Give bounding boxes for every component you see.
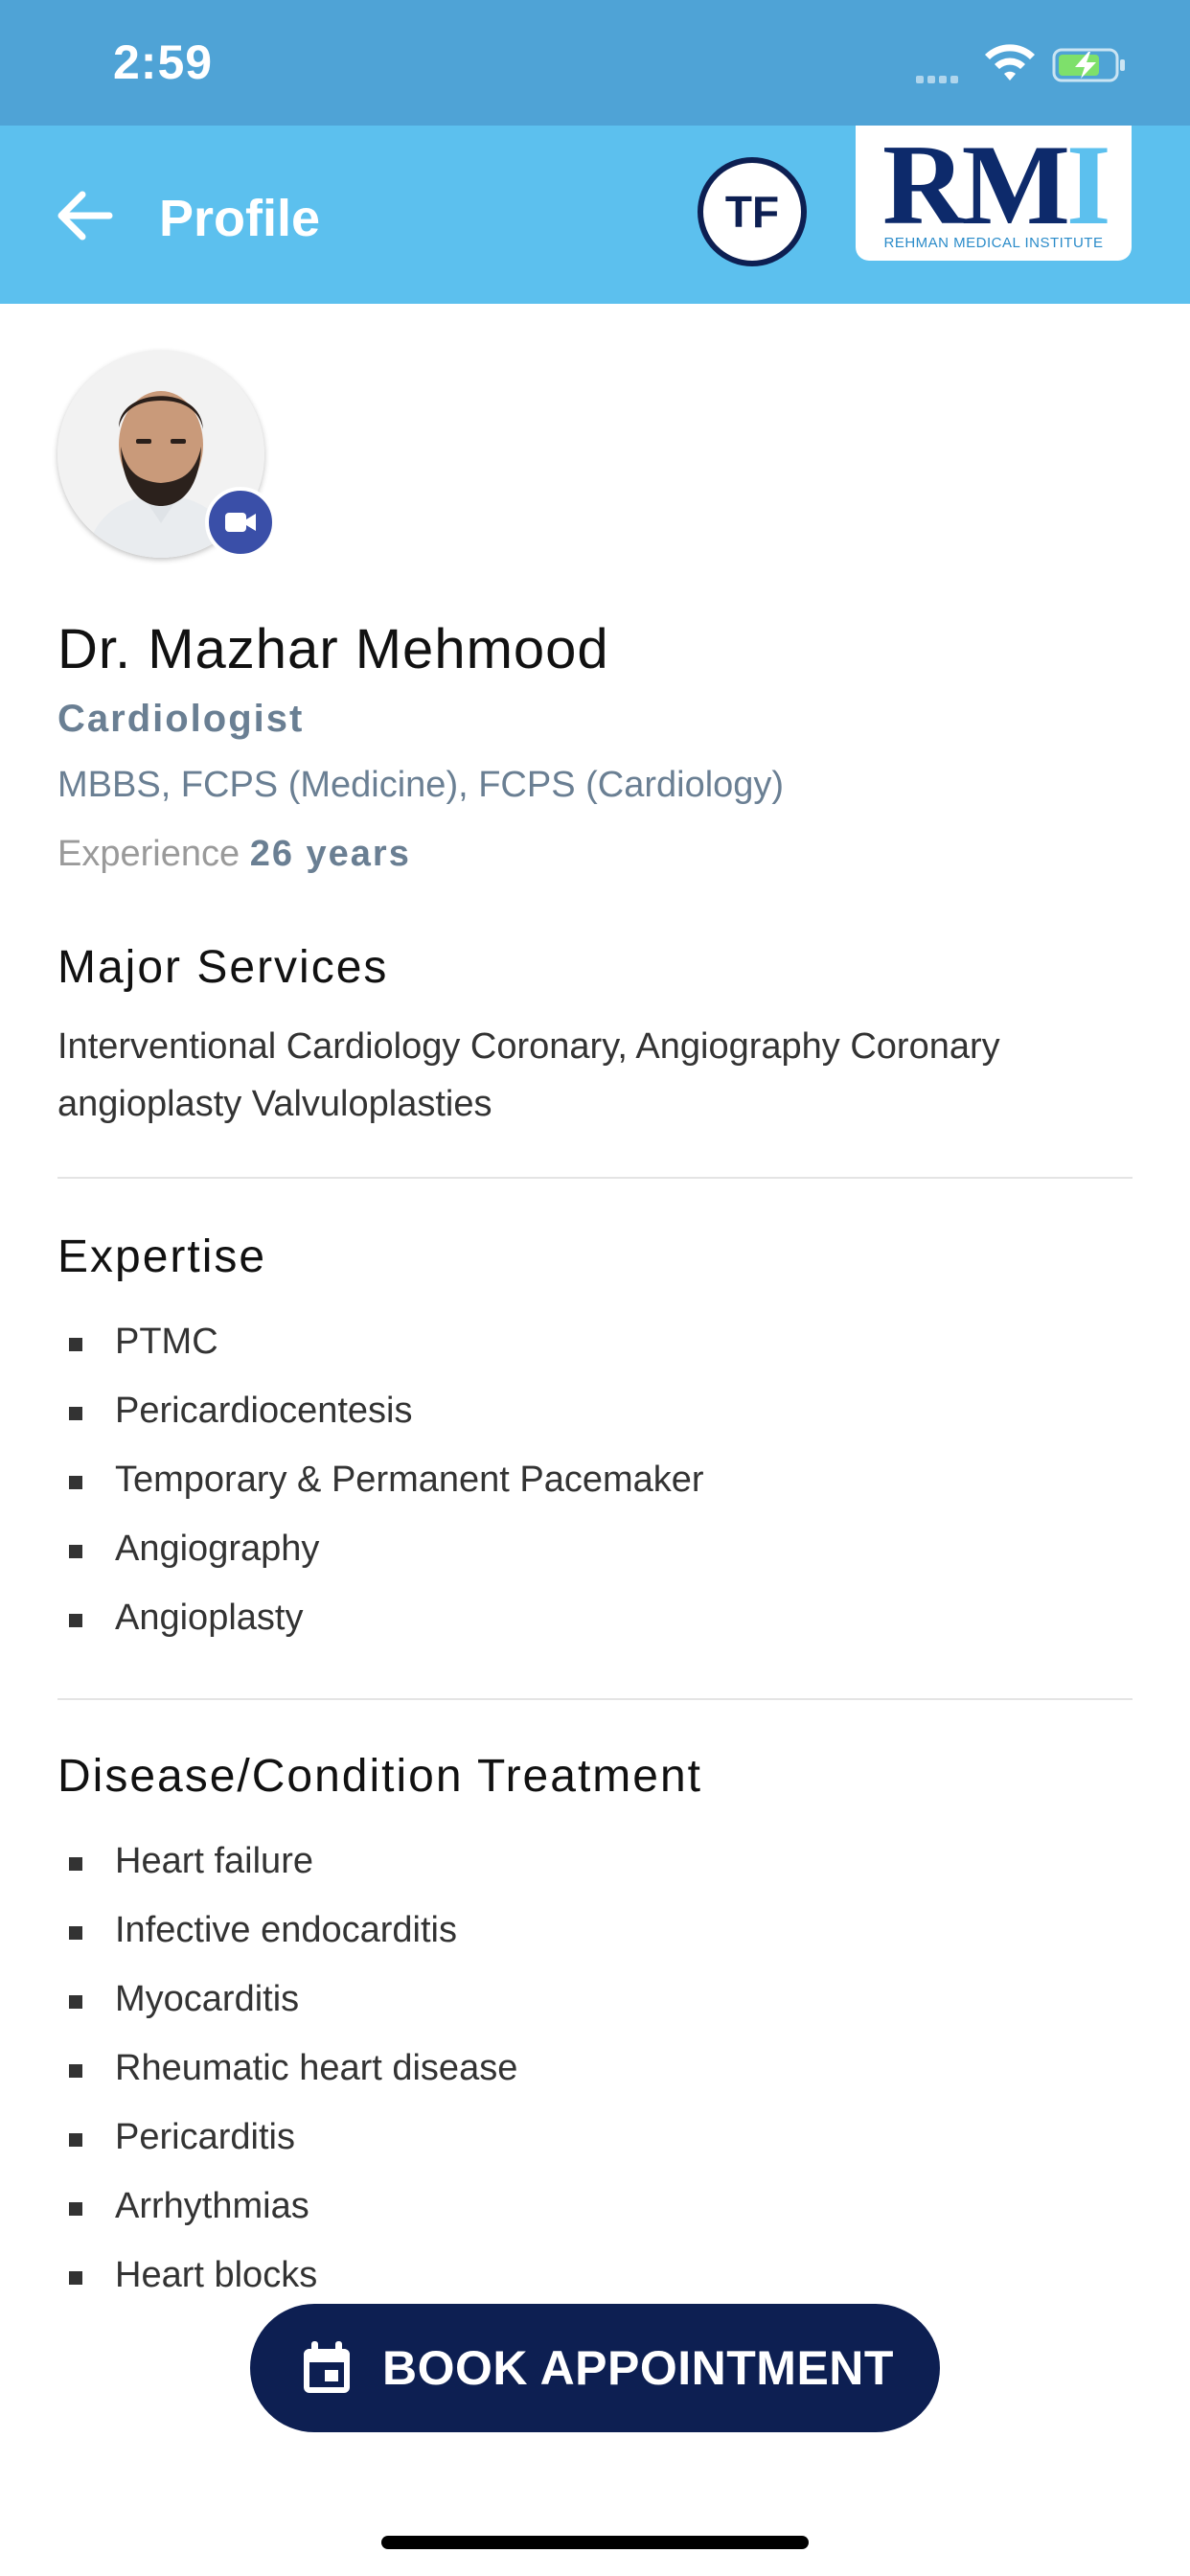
home-indicator[interactable] xyxy=(381,2536,809,2549)
app-header: Profile TF RMI REHMAN MEDICAL INSTITUTE xyxy=(0,126,1190,304)
logo-text: RMI xyxy=(882,121,1111,248)
divider xyxy=(57,1698,1133,1700)
list-item: Pericardiocentesis xyxy=(57,1376,704,1445)
divider xyxy=(57,1177,1133,1179)
status-time: 2:59 xyxy=(113,35,214,89)
wifi-icon xyxy=(985,44,1035,80)
list-item: Pericarditis xyxy=(57,2103,517,2172)
user-initials-avatar[interactable]: TF xyxy=(698,157,807,266)
list-item: Heart failure xyxy=(57,1827,517,1896)
logo-subtext: REHMAN MEDICAL INSTITUTE xyxy=(883,235,1104,251)
video-consult-badge[interactable] xyxy=(205,487,276,558)
book-appointment-label: BOOK APPOINTMENT xyxy=(382,2341,894,2395)
video-camera-icon xyxy=(225,513,256,532)
list-item: Angioplasty xyxy=(57,1583,704,1652)
doctor-name: Dr. Mazhar Mehmood xyxy=(57,618,609,680)
battery-charging-icon xyxy=(1052,48,1125,82)
list-item: Heart blocks xyxy=(57,2241,517,2310)
expertise-list: PTMC Pericardiocentesis Temporary & Perm… xyxy=(57,1307,704,1652)
major-services-text: Interventional Cardiology Coronary, Angi… xyxy=(57,1026,1000,1124)
list-item: Angiography xyxy=(57,1514,704,1583)
book-appointment-button[interactable]: BOOK APPOINTMENT xyxy=(250,2304,940,2432)
cellular-signal-icon xyxy=(916,71,970,83)
calendar-icon xyxy=(304,2341,351,2393)
experience-label: Experience xyxy=(57,834,240,874)
list-item: Rheumatic heart disease xyxy=(57,2034,517,2103)
major-services-title: Major Services xyxy=(57,942,389,993)
conditions-title: Disease/Condition Treatment xyxy=(57,1751,702,1802)
list-item: PTMC xyxy=(57,1307,704,1376)
rmi-logo: RMI REHMAN MEDICAL INSTITUTE xyxy=(856,126,1132,261)
expertise-title: Expertise xyxy=(57,1231,267,1282)
list-item: Myocarditis xyxy=(57,1965,517,2034)
experience-value: 26 years xyxy=(249,834,411,874)
list-item: Infective endocarditis xyxy=(57,1896,517,1965)
doctor-qualifications: MBBS, FCPS (Medicine), FCPS (Cardiology) xyxy=(57,765,785,805)
doctor-experience: Experience 26 years xyxy=(57,834,411,875)
page-title: Profile xyxy=(159,190,321,247)
conditions-list: Heart failure Infective endocarditis Myo… xyxy=(57,1827,517,2310)
status-bar: 2:59 xyxy=(0,0,1190,126)
back-arrow-icon[interactable] xyxy=(54,189,115,242)
list-item: Arrhythmias xyxy=(57,2172,517,2241)
list-item: Temporary & Permanent Pacemaker xyxy=(57,1445,704,1514)
doctor-specialty: Cardiologist xyxy=(57,698,305,740)
